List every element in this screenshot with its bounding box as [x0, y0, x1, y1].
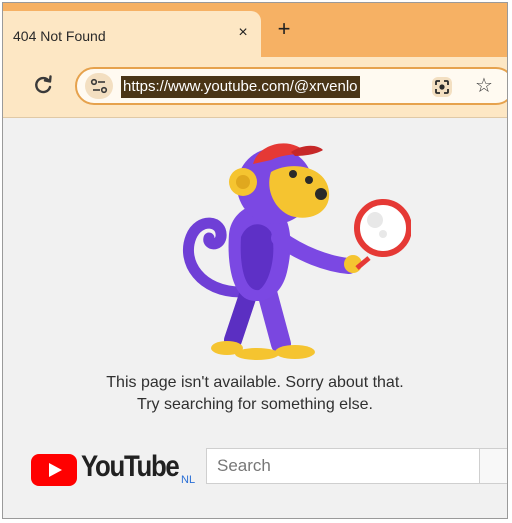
browser-toolbar: https://www.youtube.com/@xrvenlo ☆ — [3, 57, 507, 118]
message-line-1: This page isn't available. Sorry about t… — [106, 374, 404, 391]
tab-title: 404 Not Found — [13, 28, 106, 44]
browser-window: 404 Not Found × + https://www.youtube.co… — [2, 2, 508, 519]
youtube-wordmark: YouTube — [81, 450, 180, 483]
search-input[interactable]: Search — [206, 448, 480, 484]
search-button[interactable] — [479, 448, 507, 484]
bookmark-star-icon[interactable]: ☆ — [471, 73, 497, 99]
message-line-2: Try searching for something else. — [137, 396, 373, 413]
address-bar[interactable]: https://www.youtube.com/@xrvenlo ☆ — [75, 67, 507, 105]
youtube-logo[interactable]: YouTube NL — [31, 450, 201, 488]
search-placeholder: Search — [217, 456, 271, 475]
new-tab-button[interactable]: + — [271, 17, 297, 43]
monkey-illustration — [171, 142, 412, 368]
tab-strip: 404 Not Found × + — [3, 3, 507, 57]
google-lens-icon[interactable] — [429, 74, 455, 100]
youtube-play-icon — [31, 454, 77, 486]
site-settings-icon[interactable] — [85, 73, 113, 99]
region-code: NL — [181, 474, 196, 486]
tab-active[interactable]: 404 Not Found × — [3, 11, 261, 57]
url-text[interactable]: https://www.youtube.com/@xrvenlo — [121, 76, 360, 98]
tab-close-icon[interactable]: × — [233, 23, 253, 43]
reload-icon[interactable] — [31, 73, 55, 97]
page-content: This page isn't available. Sorry about t… — [3, 118, 507, 518]
not-available-message: This page isn't available. Sorry about t… — [3, 372, 507, 416]
